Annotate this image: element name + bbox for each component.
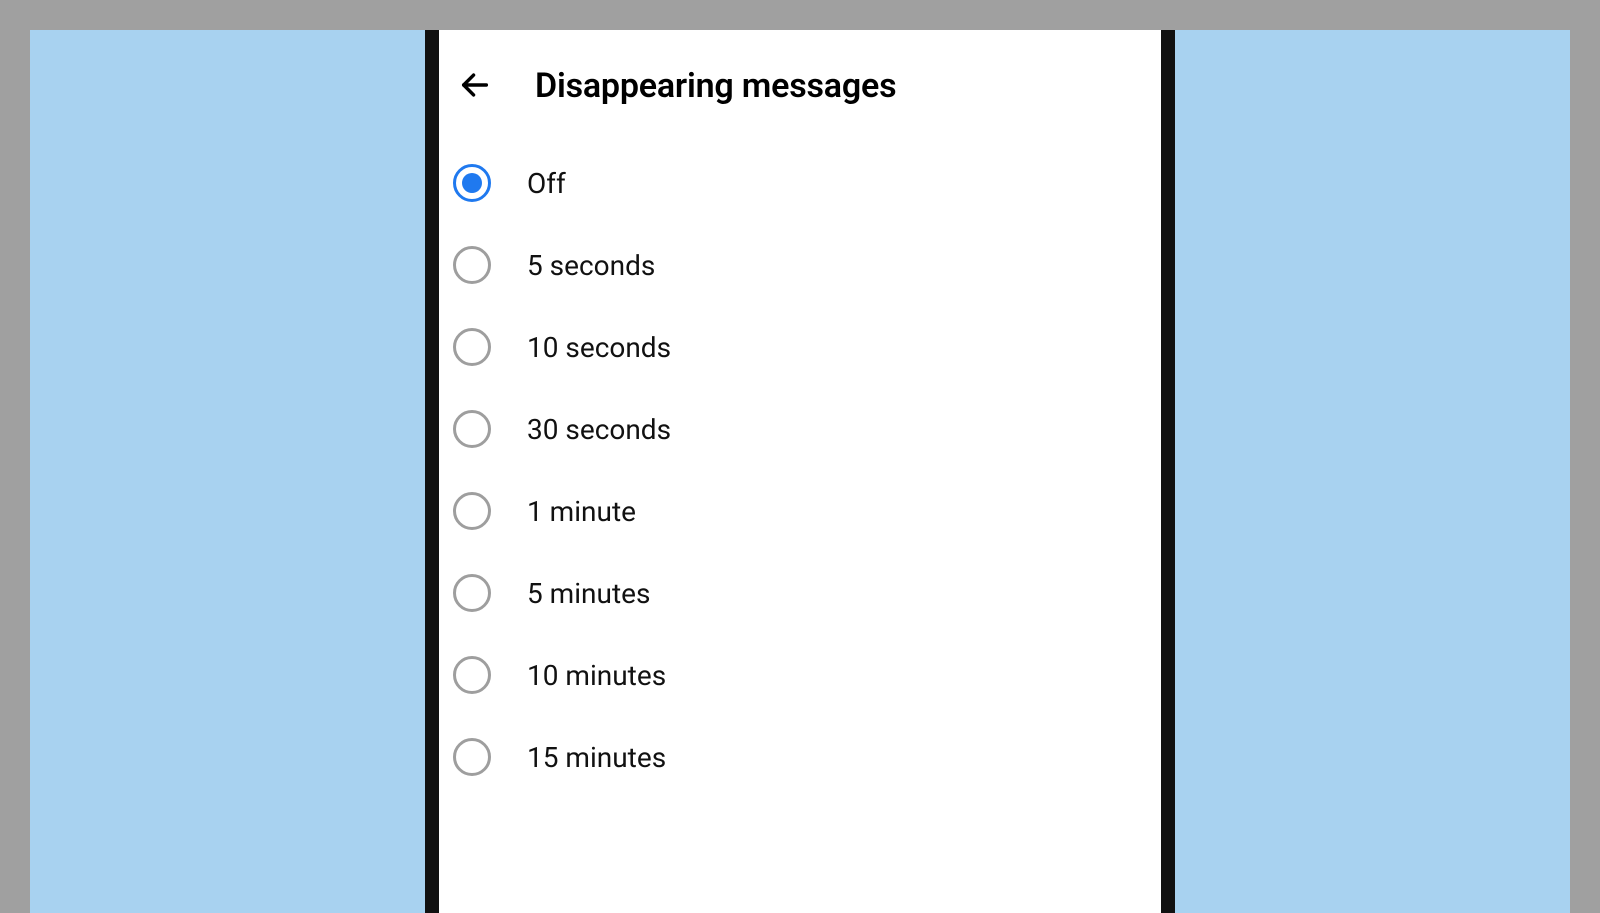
option-row[interactable]: 10 minutes [439,634,1161,716]
option-label: 10 seconds [527,331,671,364]
back-button[interactable] [451,62,499,110]
option-label: 5 minutes [527,577,650,610]
option-row[interactable]: Off [439,142,1161,224]
radio-button[interactable] [453,246,491,284]
option-label: 10 minutes [527,659,666,692]
radio-button[interactable] [453,410,491,448]
option-row[interactable]: 15 minutes [439,716,1161,798]
page-title: Disappearing messages [535,66,896,106]
options-list: Off 5 seconds 10 seconds 30 seconds 1 minute… [439,134,1161,798]
device-frame: Disappearing messages Off 5 seconds 10 sec… [425,30,1175,913]
radio-button[interactable] [453,328,491,366]
option-label: 15 minutes [527,741,666,774]
option-label: 5 seconds [527,249,655,282]
option-row[interactable]: 5 seconds [439,224,1161,306]
option-row[interactable]: 30 seconds [439,388,1161,470]
option-row[interactable]: 10 seconds [439,306,1161,388]
radio-dot-icon [462,173,482,193]
radio-button[interactable] [453,492,491,530]
option-label: 1 minute [527,495,636,528]
option-row[interactable]: 1 minute [439,470,1161,552]
option-label: Off [527,167,566,200]
app-screen: Disappearing messages Off 5 seconds 10 sec… [439,30,1161,913]
outer-panel: Disappearing messages Off 5 seconds 10 sec… [30,30,1570,913]
page-background: Disappearing messages Off 5 seconds 10 sec… [0,0,1600,913]
radio-button[interactable] [453,164,491,202]
option-label: 30 seconds [527,413,671,446]
app-bar: Disappearing messages [439,30,1161,134]
option-row[interactable]: 5 minutes [439,552,1161,634]
radio-button[interactable] [453,574,491,612]
radio-button[interactable] [453,738,491,776]
radio-button[interactable] [453,656,491,694]
arrow-left-icon [458,68,492,105]
